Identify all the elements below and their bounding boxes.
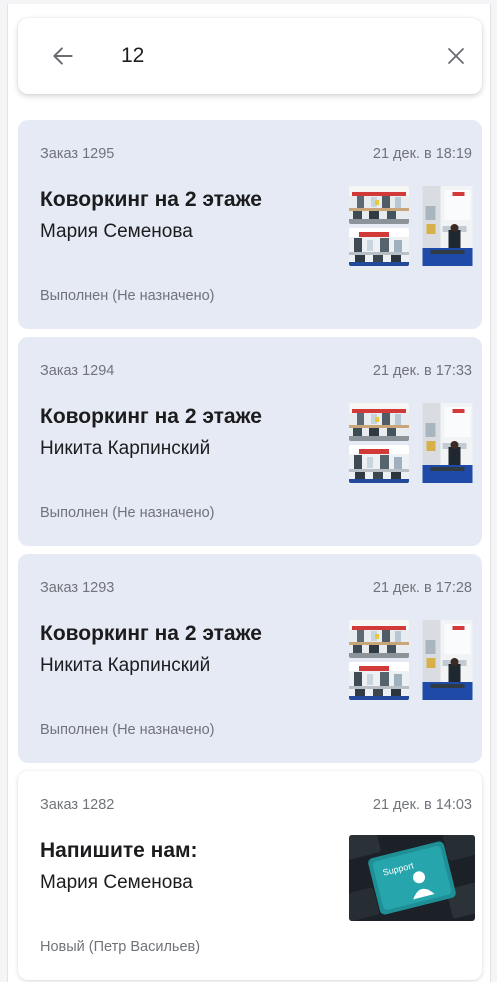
order-date: 21 дек. в 18:19 [372,146,472,162]
clear-search-button[interactable] [436,36,476,76]
office-photo [421,620,474,700]
attachment-thumbnails[interactable] [349,403,475,485]
order-title: Коворкинг на 2 этаже [40,405,262,428]
office-photo [349,445,409,483]
order-author: Никита Карпинский [40,655,211,676]
order-title: Напишите нам: [40,839,198,862]
order-number: Заказ 1282 [40,797,115,813]
order-card[interactable]: Заказ 1295 21 дек. в 18:19 Коворкинг на … [18,120,482,329]
search-input[interactable] [121,43,421,69]
order-date: 21 дек. в 14:03 [372,797,472,813]
support-keyboard-photo[interactable]: Support [349,835,475,921]
order-number: Заказ 1293 [40,580,115,596]
order-author: Никита Карпинский [40,438,211,459]
close-icon [448,48,464,64]
order-card[interactable]: Заказ 1294 21 дек. в 17:33 Коворкинг на … [18,337,482,546]
attachment-thumbnails[interactable] [349,186,475,268]
office-photo [349,620,409,658]
order-author: Мария Семенова [40,221,193,242]
order-author: Мария Семенова [40,872,193,893]
order-date: 21 дек. в 17:28 [372,580,472,596]
order-card[interactable]: Заказ 1293 21 дек. в 17:28 Коворкинг на … [18,554,482,763]
search-bar [18,18,482,94]
order-status: Выполнен (Не назначено) [40,288,215,304]
order-title: Коворкинг на 2 этаже [40,188,262,211]
order-status: Новый (Петр Васильев) [40,939,201,955]
order-card[interactable]: Заказ 1282 21 дек. в 14:03 Напишите нам:… [18,771,482,980]
arrow-left-icon [53,47,73,65]
office-photo [421,403,474,483]
office-photo [349,186,409,224]
orders-list: Заказ 1295 21 дек. в 18:19 Коворкинг на … [18,120,482,982]
attachment-thumbnails[interactable] [349,620,475,702]
order-status: Выполнен (Не назначено) [40,722,215,738]
order-status: Выполнен (Не назначено) [40,505,215,521]
order-date: 21 дек. в 17:33 [372,363,472,379]
order-title: Коворкинг на 2 этаже [40,622,262,645]
office-photo [421,186,474,266]
order-number: Заказ 1295 [40,146,115,162]
office-photo [349,662,409,700]
office-photo [349,228,409,266]
back-button[interactable] [43,36,83,76]
office-photo [349,403,409,441]
app-screen: Заказ 1295 21 дек. в 18:19 Коворкинг на … [7,4,491,982]
order-number: Заказ 1294 [40,363,115,379]
